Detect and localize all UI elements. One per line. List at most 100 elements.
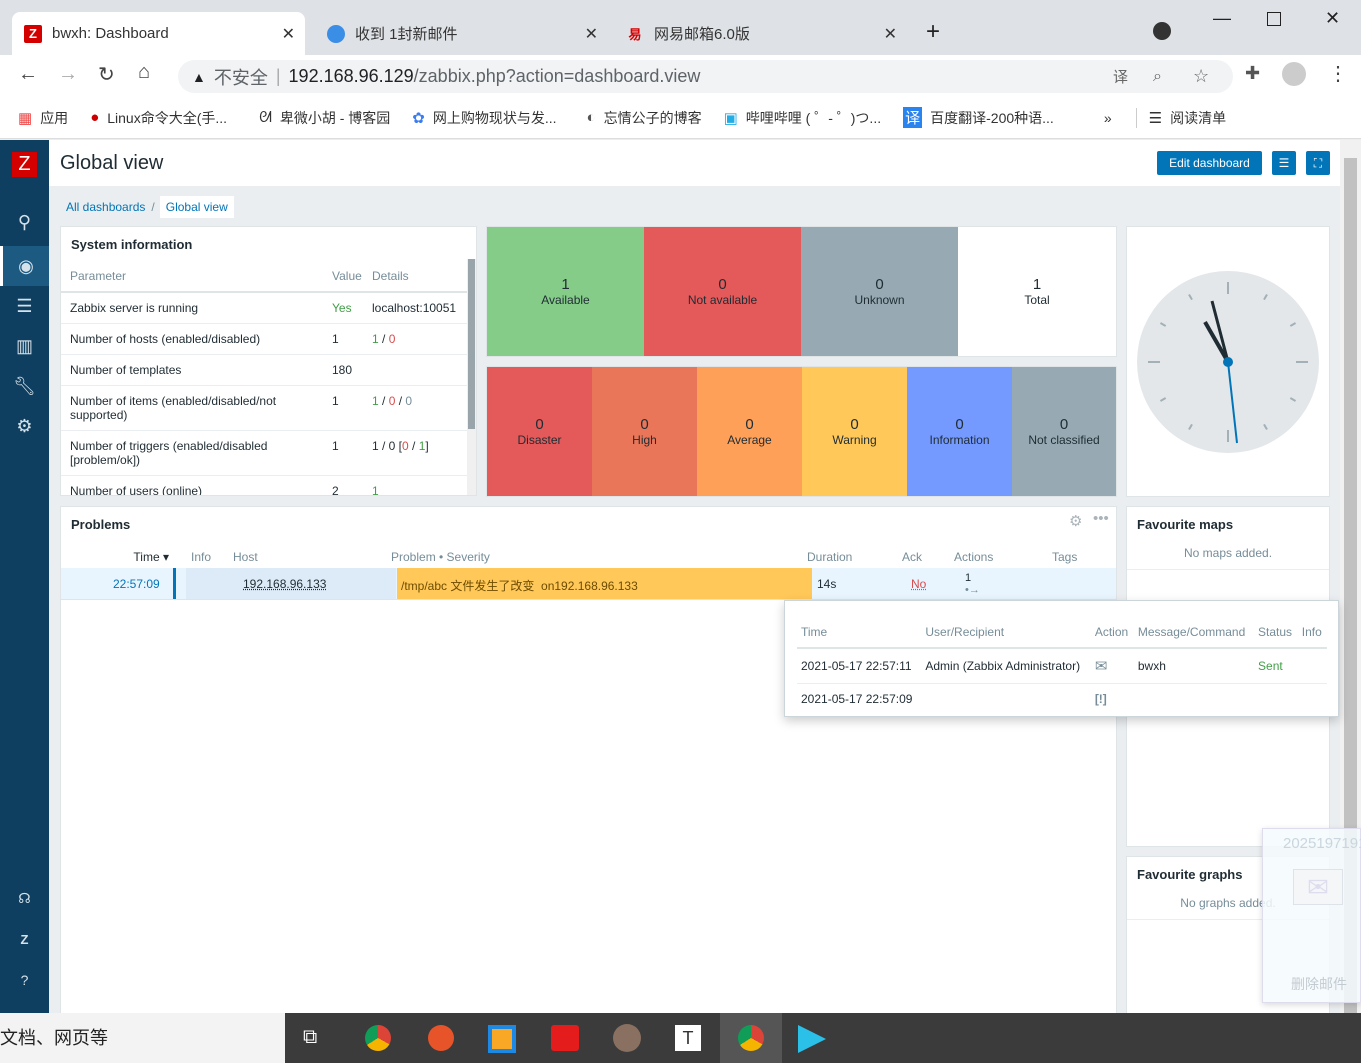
bookmark-item[interactable]: 译百度翻译-200种语...: [903, 107, 1054, 128]
dashboard-menu-button[interactable]: ☰: [1272, 151, 1296, 175]
close-tab-icon[interactable]: ✕: [585, 24, 598, 44]
reports-chart-icon[interactable]: ▥: [0, 336, 49, 357]
configuration-wrench-icon[interactable]: 🔧︎: [0, 376, 49, 397]
mail-icon: ✉: [1091, 648, 1134, 684]
youdao-taskbar-icon[interactable]: [551, 1025, 579, 1051]
bookmark-item[interactable]: ● Linux命令大全(手...: [90, 108, 227, 128]
bookmark-item[interactable]: ✿ 网上购物现状与发...: [412, 108, 556, 128]
widget-title: Problems: [71, 517, 130, 532]
translate-icon[interactable]: 译: [1113, 66, 1128, 87]
tab-netease[interactable]: 易 网易邮箱6.0版 ✕: [614, 12, 907, 55]
media-player-taskbar-icon[interactable]: [798, 1025, 826, 1053]
help-icon[interactable]: ?: [0, 972, 49, 988]
system-information-widget: System information Parameter Value Details…: [60, 226, 477, 496]
availability-unknown[interactable]: 0 Unknown: [801, 227, 958, 356]
taskbar: 文档、网页等 ⧉ T: [0, 1013, 1361, 1063]
severity-warning[interactable]: 0 Warning: [802, 367, 907, 496]
search-icon[interactable]: ⚲: [0, 212, 49, 233]
empty-message: No maps added.: [1127, 546, 1329, 570]
monitoring-eye-icon[interactable]: ◉: [0, 246, 49, 286]
zoom-icon[interactable]: ⌕: [1153, 68, 1162, 86]
zabbix-logo[interactable]: Z: [12, 152, 37, 177]
breadcrumb-all-dashboards[interactable]: All dashboards: [60, 196, 151, 218]
table-row: Number of users (online) 2 1: [61, 476, 467, 497]
more-bookmarks[interactable]: »: [1104, 110, 1112, 126]
task-view-icon[interactable]: ⧉: [303, 1026, 317, 1049]
table-row: 2021-05-17 22:57:09 [!]: [797, 684, 1327, 715]
tab-title: 收到 1封新邮件: [355, 23, 458, 44]
severity-information[interactable]: 0 Information: [907, 367, 1012, 496]
inventory-list-icon[interactable]: ☰: [0, 296, 49, 317]
globe-icon: ◐: [587, 109, 596, 126]
availability-not-available[interactable]: 0 Not available: [644, 227, 801, 356]
severity-high[interactable]: 0 High: [592, 367, 697, 496]
severity-not-classified[interactable]: 0 Not classified: [1012, 367, 1116, 496]
chrome-taskbar-icon[interactable]: [365, 1025, 391, 1051]
widget-title: System information: [71, 237, 192, 252]
severity-disaster[interactable]: 0 Disaster: [487, 367, 592, 496]
minimize-button[interactable]: —: [1213, 8, 1231, 29]
baidu-translate-icon: 译: [903, 107, 922, 128]
envelope-icon: ✉: [1293, 869, 1343, 905]
profile-avatar[interactable]: [1282, 62, 1306, 86]
apps-grid-icon: ▦: [18, 109, 32, 127]
table-row: Number of hosts (enabled/disabled) 1 1 / 0: [61, 324, 467, 355]
reading-list[interactable]: ☰ 阅读清单: [1136, 108, 1226, 128]
mail-notification[interactable]: 2025197191 ✉ 删除邮件: [1262, 828, 1361, 1003]
tab-mail[interactable]: 收到 1封新邮件 ✕: [315, 12, 608, 55]
maximize-button[interactable]: [1267, 12, 1281, 26]
problems-widget: Problems ⚙ ••• Time ▾ Info Host Problem …: [60, 506, 1117, 1014]
actions-indicator[interactable]: 1 •→: [965, 572, 980, 596]
bookmark-item[interactable]: ᘛ 卑微小胡 - 博客园: [259, 108, 390, 128]
home-icon[interactable]: ⌂: [138, 61, 150, 84]
bookmark-apps[interactable]: ▦ 应用: [18, 108, 68, 128]
support-headset-icon[interactable]: ☊: [0, 890, 49, 907]
tab-search-icon[interactable]: [1153, 22, 1171, 40]
kiosk-mode-button[interactable]: ⛶: [1306, 151, 1330, 175]
host-link[interactable]: 192.168.96.133: [243, 577, 326, 591]
administration-gear-icon[interactable]: ⚙: [0, 416, 49, 437]
close-tab-icon[interactable]: ✕: [884, 24, 897, 44]
back-icon[interactable]: ←: [18, 63, 38, 86]
edit-dashboard-button[interactable]: Edit dashboard: [1157, 151, 1262, 175]
delete-mail-button[interactable]: 删除邮件: [1291, 974, 1347, 994]
availability-available[interactable]: 1 Available: [487, 227, 644, 356]
clock-face: [1127, 227, 1331, 498]
taskbar-search[interactable]: 文档、网页等: [0, 1013, 285, 1063]
bookmark-star-icon[interactable]: ☆: [1193, 66, 1209, 87]
table-row: 2021-05-17 22:57:11 Admin (Zabbix Adminis…: [797, 648, 1327, 684]
close-tab-icon[interactable]: ✕: [282, 24, 295, 44]
widget-settings-gear-icon[interactable]: ⚙: [1069, 512, 1082, 530]
bookmark-item[interactable]: ▣ 哔哩哔哩 ( ゜- ゜)つ...: [724, 108, 882, 128]
ack-link[interactable]: No: [911, 577, 926, 591]
breadcrumb-current[interactable]: Global view: [160, 196, 234, 218]
address-bar[interactable]: ▲ 不安全 | 192.168.96.129 /zabbix.php?actio…: [178, 60, 1233, 93]
widget-scrollbar[interactable]: [467, 259, 476, 496]
availability-total: 1 Total: [958, 227, 1116, 356]
qq-taskbar-icon[interactable]: [613, 1024, 641, 1052]
warning-icon: ▲: [192, 69, 206, 85]
zabbix-share-icon[interactable]: Z: [0, 932, 49, 947]
tab-title: bwxh: Dashboard: [52, 25, 169, 42]
close-window-button[interactable]: ✕: [1325, 8, 1340, 29]
new-tab-button[interactable]: +: [926, 18, 940, 46]
typora-taskbar-icon[interactable]: T: [675, 1025, 701, 1051]
reading-list-icon: ☰: [1149, 109, 1162, 127]
vmware-taskbar-icon[interactable]: [488, 1025, 516, 1053]
timeline-marker: [173, 568, 176, 599]
tab-strip: Z bwxh: Dashboard ✕ 收到 1封新邮件 ✕ 易 网易邮箱6.0…: [0, 0, 1361, 55]
forward-icon[interactable]: →: [58, 63, 78, 86]
extensions-icon[interactable]: ✚: [1245, 63, 1260, 84]
severity-average[interactable]: 0 Average: [697, 367, 802, 496]
chrome-active-taskbar-item[interactable]: [720, 1013, 782, 1063]
problem-time-link[interactable]: 22:57:09: [113, 577, 160, 591]
bookmark-item[interactable]: ◐ 忘情公子的博客: [587, 108, 702, 128]
tab-dashboard[interactable]: Z bwxh: Dashboard ✕: [12, 12, 305, 55]
reload-icon[interactable]: ↻: [98, 62, 115, 87]
problem-name-link[interactable]: /tmp/abc 文件发生了改变 on192.168.96.133: [397, 568, 812, 599]
zabbix-favicon: Z: [24, 25, 42, 43]
app-taskbar-icon[interactable]: [428, 1025, 454, 1051]
menu-icon[interactable]: ⋮: [1328, 61, 1348, 86]
actions-popup: Time User/Recipient Action Message/Command S…: [784, 600, 1339, 717]
widget-more-icon[interactable]: •••: [1093, 510, 1109, 527]
